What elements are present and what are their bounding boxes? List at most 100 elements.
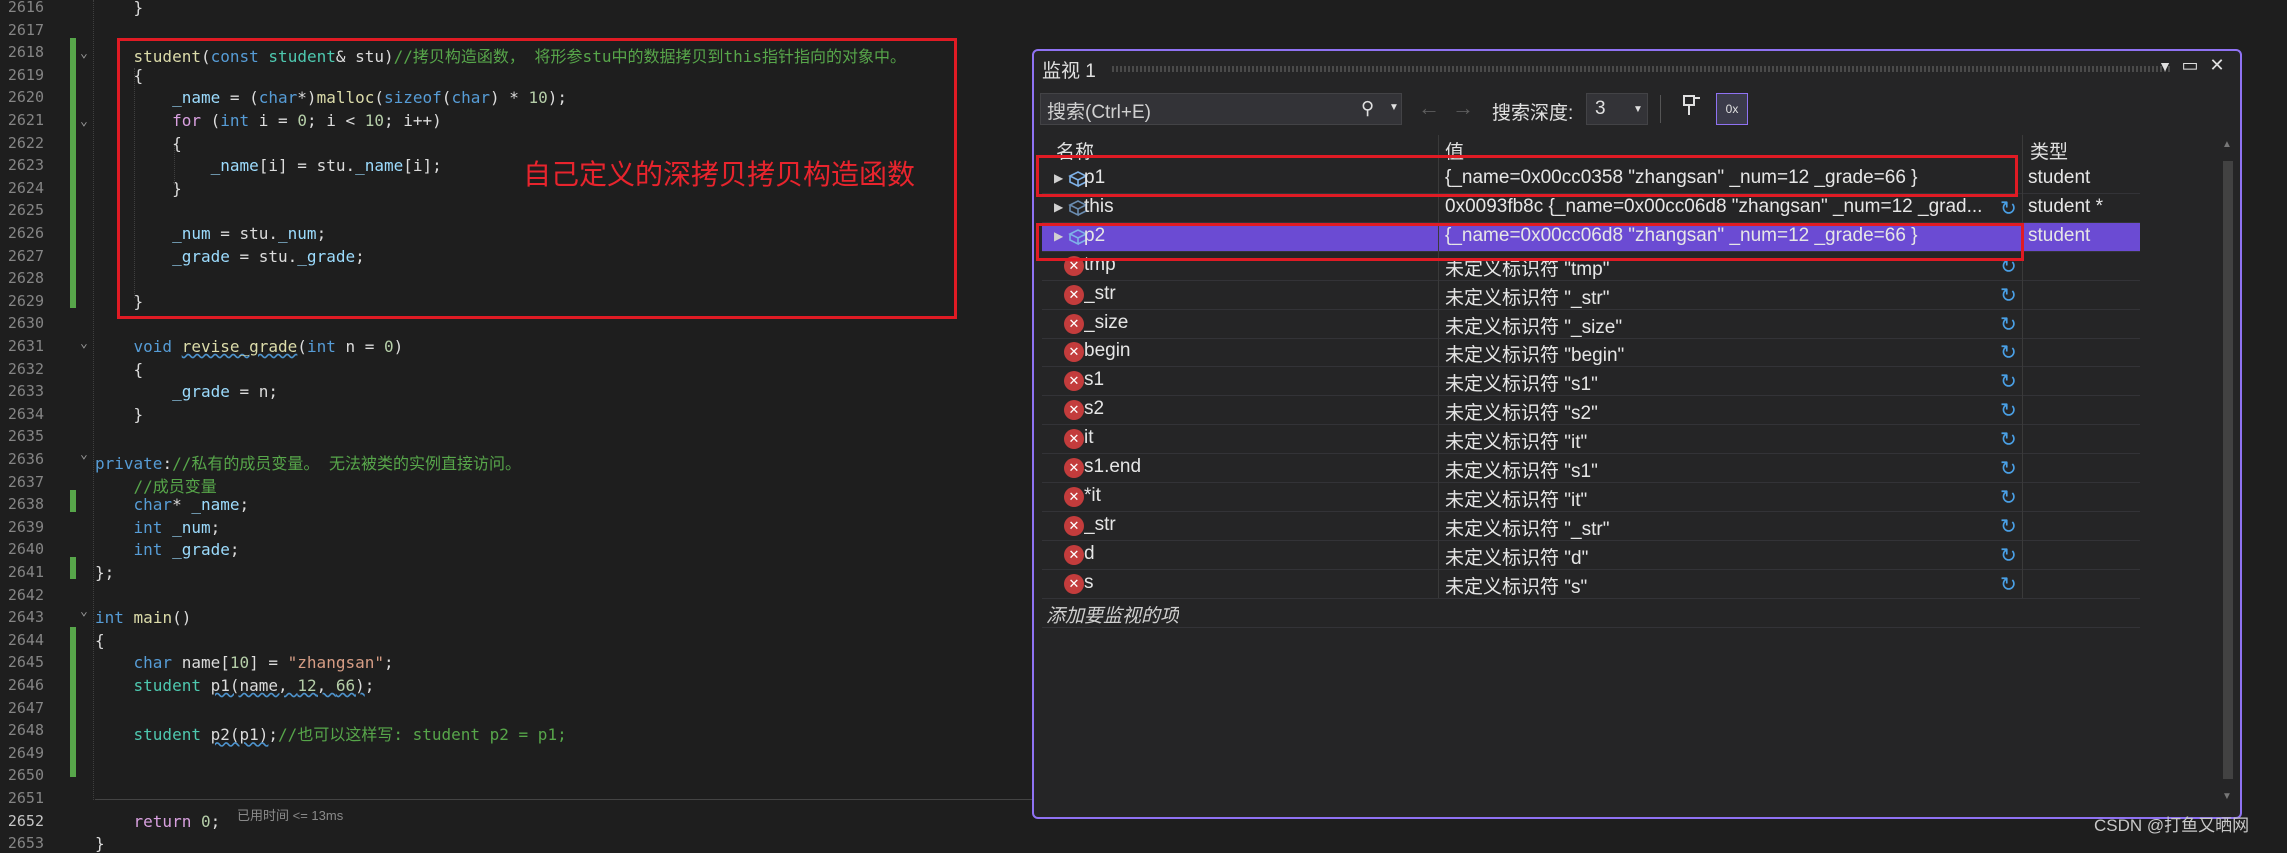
change-bar (70, 557, 76, 579)
watch-row-name[interactable]: this (1084, 196, 1404, 218)
hex-display-icon[interactable]: 0x (1716, 93, 1748, 125)
search-depth-select[interactable]: 3 ▼ (1586, 93, 1648, 125)
error-icon: ✕ (1064, 573, 1084, 594)
refresh-icon[interactable]: ↻ (2000, 340, 2017, 365)
watch-row[interactable]: ✕ it 未定义标识符 "it" ↻ (1042, 425, 2140, 455)
refresh-icon[interactable]: ↻ (2000, 369, 2017, 394)
code-line: char name[10] = "zhangsan"; (133, 653, 394, 673)
search-input[interactable]: 搜索(Ctrl+E) ⚲ ▼ (1040, 93, 1402, 125)
line-number: 2617 (7, 20, 44, 39)
fold-chevron-icon[interactable]: ⌄ (80, 447, 88, 462)
line-number: 2641 (7, 563, 44, 581)
column-divider[interactable] (2022, 135, 2023, 598)
refresh-icon[interactable]: ↻ (2000, 283, 2017, 308)
watch-row-name[interactable]: it (1084, 427, 1404, 449)
line-number: 2618 (7, 43, 44, 62)
watch-row[interactable]: ✕ d 未定义标识符 "d" ↻ (1042, 541, 2140, 570)
watch-row-name[interactable]: s1 (1084, 369, 1404, 391)
watch-row[interactable]: ✕ _size 未定义标识符 "_size" ↻ (1042, 310, 2140, 339)
line-number: 2642 (7, 585, 44, 604)
watch-titlebar[interactable]: 监视 1 ▼ ▭ ✕ (1034, 51, 2240, 85)
watch-row-value[interactable]: 未定义标识符 "_str" (1445, 283, 2005, 310)
code-line: { (95, 630, 105, 650)
watch-row[interactable]: ✕ begin 未定义标识符 "begin" ↻ (1042, 338, 2140, 368)
change-bar (70, 38, 76, 308)
watch-row-value[interactable]: 未定义标识符 "begin" (1445, 340, 2005, 367)
refresh-icon[interactable]: ↻ (2000, 398, 2017, 423)
watch-row-value[interactable]: 未定义标识符 "it" (1445, 485, 2005, 512)
refresh-icon[interactable]: ↻ (2000, 485, 2017, 510)
watch-row[interactable]: ✕ *it 未定义标识符 "it" ↻ (1042, 483, 2140, 512)
watch-row-name[interactable]: s (1084, 572, 1404, 594)
watch-row-name[interactable]: _str (1084, 514, 1404, 536)
line-number: 2628 (7, 269, 44, 288)
column-divider[interactable] (1438, 135, 1439, 598)
maximize-icon[interactable]: ▭ (2179, 55, 2201, 76)
watch-row-value[interactable]: 0x0093fb8c {_name=0x00cc06d8 "zhangsan" … (1445, 196, 2005, 218)
back-arrow-icon[interactable]: ← (1418, 95, 1440, 121)
line-number: 2647 (7, 698, 44, 717)
watch-row-value[interactable]: 未定义标识符 "s2" (1445, 398, 2005, 425)
watch-row[interactable]: ✕ s 未定义标识符 "s" ↻ (1042, 570, 2140, 599)
watch-row-name[interactable]: begin (1084, 340, 1404, 362)
refresh-icon[interactable]: ↻ (2000, 196, 2017, 221)
fold-chevron-icon[interactable]: ⌄ (80, 604, 88, 619)
close-icon[interactable]: ✕ (2206, 55, 2228, 76)
line-number: 2652 (7, 811, 44, 830)
line-number: 2632 (7, 359, 44, 378)
change-bar (70, 627, 76, 777)
line-number: 2645 (7, 653, 44, 672)
scroll-down-icon[interactable]: ▼ (2222, 791, 2232, 802)
column-header-type[interactable]: 类型 (2030, 137, 2068, 164)
chevron-down-icon[interactable]: ▼ (1389, 102, 1399, 113)
line-number: 2629 (7, 291, 44, 310)
watch-row-name[interactable]: d (1084, 543, 1404, 565)
watch-row[interactable]: ✕ s1.end 未定义标识符 "s1" ↻ (1042, 454, 2140, 483)
scroll-up-icon[interactable]: ▲ (2222, 139, 2232, 150)
forward-arrow-icon[interactable]: → (1452, 95, 1474, 121)
watch-row[interactable]: ✕ s1 未定义标识符 "s1" ↻ (1042, 367, 2140, 397)
pin-watch-icon[interactable] (1678, 93, 1706, 123)
watch-row-name[interactable]: _str (1084, 283, 1404, 305)
error-icon: ✕ (1064, 400, 1084, 421)
watch-row-value[interactable]: 未定义标识符 "s1" (1445, 456, 2005, 483)
watch-row-value[interactable]: 未定义标识符 "s" (1445, 572, 2005, 599)
drag-grip[interactable] (1112, 66, 2172, 72)
vertical-scrollbar[interactable]: ▲ ▼ (2218, 137, 2238, 809)
refresh-icon[interactable]: ↻ (2000, 456, 2017, 481)
watch-row[interactable]: ✕ _str 未定义标识符 "_str" ↻ (1042, 281, 2140, 310)
watch-row-name[interactable]: s2 (1084, 398, 1404, 420)
code-editor[interactable]: 2616 2617 2618 2619 2620 2621 2622 2623 2624 2625… (0, 0, 1040, 853)
indent-guide (93, 0, 94, 800)
search-icon[interactable]: ⚲ (1361, 98, 1374, 119)
refresh-icon[interactable]: ↻ (2000, 427, 2017, 452)
watch-row[interactable]: ✕ s2 未定义标识符 "s2" ↻ (1042, 396, 2140, 426)
expand-triangle-icon[interactable]: ▶ (1054, 200, 1063, 214)
code-line: _grade = n; (172, 382, 279, 402)
fold-chevron-icon[interactable]: ⌄ (80, 46, 88, 61)
refresh-icon[interactable]: ↻ (2000, 514, 2017, 539)
watch-row-name[interactable]: *it (1084, 485, 1404, 507)
watch-row[interactable]: ▶ this 0x0093fb8c {_name=0x00cc06d8 "zhang… (1042, 194, 2140, 223)
refresh-icon[interactable]: ↻ (2000, 312, 2017, 337)
watch-row-value[interactable]: 未定义标识符 "d" (1445, 543, 2005, 570)
watch-row-name[interactable]: s1.end (1084, 456, 1404, 478)
add-watch-row[interactable]: 添加要监视的项 (1042, 599, 2140, 628)
watch-row-value[interactable]: 未定义标识符 "_size" (1445, 312, 2005, 339)
watch-row-value[interactable]: 未定义标识符 "s1" (1445, 369, 2005, 396)
watch-row-value[interactable]: 未定义标识符 "it" (1445, 427, 2005, 454)
highlight-box-p2 (1036, 223, 2024, 261)
watch-row-value[interactable]: 未定义标识符 "_str" (1445, 514, 2005, 541)
refresh-icon[interactable]: ↻ (2000, 572, 2017, 597)
watch-row[interactable]: ✕ _str 未定义标识符 "_str" ↻ (1042, 512, 2140, 541)
fold-chevron-icon[interactable]: ⌄ (80, 114, 88, 129)
refresh-icon[interactable]: ↻ (2000, 543, 2017, 568)
chevron-down-icon[interactable]: ▼ (2154, 58, 2176, 74)
add-watch-item[interactable]: 添加要监视的项 (1046, 601, 1179, 628)
scrollbar-thumb[interactable] (2223, 161, 2233, 779)
error-icon: ✕ (1064, 284, 1084, 305)
watch-row-name[interactable]: _size (1084, 312, 1404, 334)
highlight-box-p1 (1036, 155, 2018, 197)
fold-chevron-icon[interactable]: ⌄ (80, 336, 88, 351)
error-icon: ✕ (1064, 458, 1084, 478)
